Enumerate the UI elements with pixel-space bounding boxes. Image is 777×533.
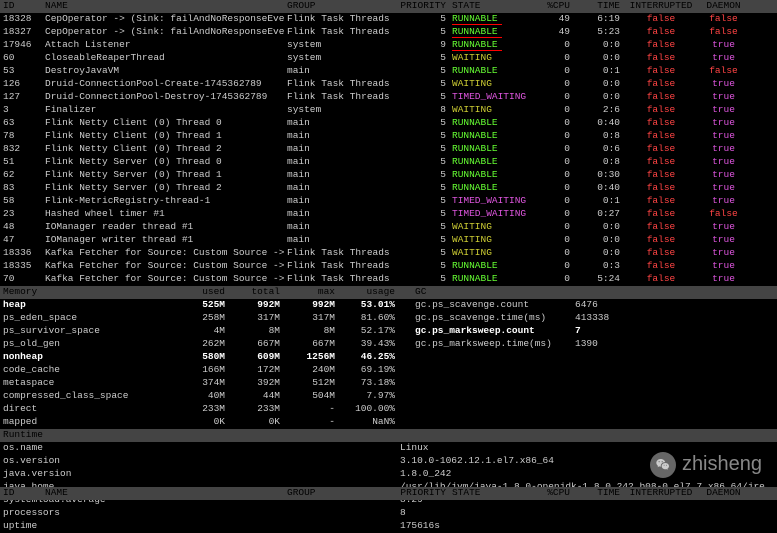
annotation-underline [452,24,502,25]
table-row[interactable]: 832Flink Netty Client (0) Thread 2main5R… [0,143,777,156]
memory-row: nonheap580M609M1256M46.25% [0,351,777,364]
table-row[interactable]: 78Flink Netty Client (0) Thread 1main5RU… [0,130,777,143]
memory-row: compressed_class_space40M44M504M7.97% [0,390,777,403]
col-state: STATE [452,0,536,13]
memory-row: code_cache166M172M240M69.19% [0,364,777,377]
col-daemon: DAEMON [696,0,751,13]
col-time: TIME [576,0,626,13]
memory-header: Memory used total max usage GC [0,286,777,299]
table-row[interactable]: 83Flink Netty Server (0) Thread 2main5RU… [0,182,777,195]
col-interrupted: INTERRUPTED [626,0,696,13]
table-row[interactable]: 23Hashed wheel timer #1main5TIMED_WAITIN… [0,208,777,221]
table-row[interactable]: 126Druid-ConnectionPool-Create-174536278… [0,78,777,91]
col-id: ID [0,0,45,13]
annotation-underline [452,37,502,38]
watermark-text: zhisheng [682,451,762,478]
col-priority: PRIORITY [397,0,452,13]
col-group: GROUP [287,0,397,13]
memory-row: ps_survivor_space4M8M8M52.17%gc.ps_marks… [0,325,777,338]
table-row[interactable]: 63Flink Netty Client (0) Thread 0main5RU… [0,117,777,130]
table-row[interactable]: 62Flink Netty Server (0) Thread 1main5RU… [0,169,777,182]
memory-col-used: used [170,286,225,299]
memory-row: ps_eden_space258M317M317M81.60%gc.ps_sca… [0,312,777,325]
thread-table-header: ID NAME GROUP PRIORITY STATE %CPU TIME I… [0,0,777,13]
annotation-underline [452,50,502,51]
memory-title: Memory [0,286,170,299]
table-row[interactable]: 48IOManager reader thread #1main5WAITING… [0,221,777,234]
memory-col-total: total [225,286,280,299]
table-row[interactable]: 47IOManager writer thread #1main5WAITING… [0,234,777,247]
memory-row: direct233M233M-100.00% [0,403,777,416]
table-row[interactable]: 70Kafka Fetcher for Source: Custom Sourc… [0,273,777,286]
table-row[interactable]: 18335Kafka Fetcher for Source: Custom So… [0,260,777,273]
table-row[interactable]: 51Flink Netty Server (0) Thread 0main5RU… [0,156,777,169]
table-row[interactable]: 17946Attach Listenersystem9RUNNABLE00:0f… [0,39,777,52]
table-row[interactable]: 60CloseableReaperThreadsystem5WAITING00:… [0,52,777,65]
table-row[interactable]: 53DestroyJavaVMmain5RUNNABLE00:1falsefal… [0,65,777,78]
memory-col-gc: GC [395,286,555,299]
table-row[interactable]: 58Flink-MetricRegistry-thread-1main5TIME… [0,195,777,208]
runtime-row: uptime175616s [0,520,777,533]
table-row[interactable]: 127Druid-ConnectionPool-Destroy-17453627… [0,91,777,104]
memory-col-usage: usage [335,286,395,299]
memory-col-max: max [280,286,335,299]
thread-table-body: 18328CepOperator -> (Sink: failAndNoResp… [0,13,777,286]
memory-row: heap525M992M992M53.01%gc.ps_scavenge.cou… [0,299,777,312]
memory-row: ps_old_gen262M667M667M39.43%gc.ps_marksw… [0,338,777,351]
runtime-header: Runtime [0,429,777,442]
memory-row: mapped0K0K-NaN% [0,416,777,429]
table-row[interactable]: 18328CepOperator -> (Sink: failAndNoResp… [0,13,777,26]
table-row[interactable]: 3Finalizersystem8WAITING02:6falsetrue [0,104,777,117]
memory-row: metaspace374M392M512M73.18% [0,377,777,390]
col-cpu: %CPU [536,0,576,13]
memory-body: heap525M992M992M53.01%gc.ps_scavenge.cou… [0,299,777,429]
col-name: NAME [45,0,287,13]
runtime-title: Runtime [0,429,170,442]
runtime-row: processors8 [0,507,777,520]
table-row[interactable]: 18327CepOperator -> (Sink: failAndNoResp… [0,26,777,39]
watermark: zhisheng [650,451,762,478]
thread-table-header-bottom: ID NAME GROUP PRIORITY STATE %CPU TIME I… [0,487,777,500]
wechat-icon [650,452,676,478]
table-row[interactable]: 18336Kafka Fetcher for Source: Custom So… [0,247,777,260]
